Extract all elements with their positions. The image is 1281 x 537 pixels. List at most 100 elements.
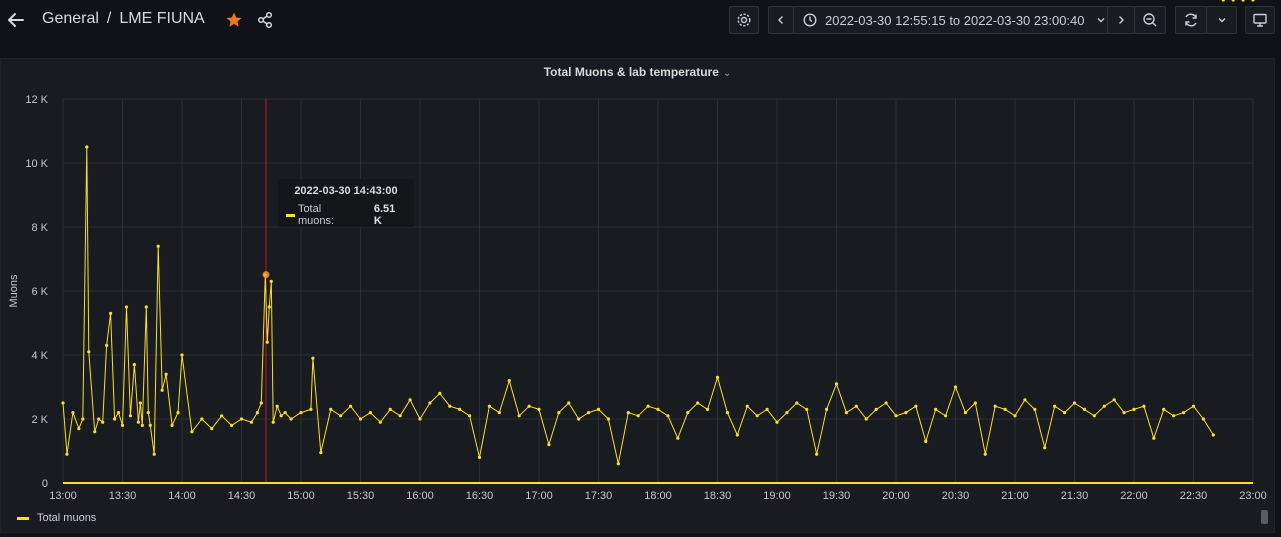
data-point: [93, 430, 97, 434]
data-point: [65, 452, 69, 456]
data-point: [112, 417, 117, 421]
data-point: [116, 411, 121, 415]
data-point: [1003, 407, 1007, 411]
data-point: [606, 417, 611, 421]
data-point: [438, 391, 442, 395]
data-point: [299, 411, 303, 415]
data-point: [190, 430, 194, 434]
tooltip-value: 6.51 K: [373, 203, 396, 227]
data-point: [735, 433, 739, 437]
data-point: [725, 411, 730, 415]
data-point: [815, 452, 819, 456]
data-point: [275, 404, 279, 408]
data-point: [124, 305, 129, 309]
data-point: [239, 417, 244, 421]
data-point: [210, 427, 214, 431]
data-point: [348, 404, 353, 408]
data-point: [289, 417, 293, 421]
x-tick-label: 13:30: [109, 490, 137, 502]
x-tick-label: 15:00: [287, 490, 315, 502]
data-point: [1092, 414, 1096, 418]
data-point: [557, 411, 561, 415]
data-point: [85, 145, 89, 149]
data-point: [101, 420, 105, 424]
data-point: [507, 379, 511, 383]
data-point: [265, 340, 269, 344]
data-point: [388, 407, 392, 411]
data-point: [428, 401, 432, 405]
data-point: [973, 401, 977, 405]
x-tick-label: 16:00: [406, 490, 434, 502]
tooltip-series-label: Total muons:: [297, 203, 335, 227]
data-point: [577, 417, 581, 421]
x-tick-label: 19:00: [763, 490, 791, 502]
data-point: [77, 427, 81, 431]
data-point: [1112, 398, 1116, 402]
data-point: [279, 414, 283, 418]
data-point: [785, 411, 789, 415]
muons-time-series-chart[interactable]: 0 2 K 4 K 6 K 8 K 10 K 12 K 13:00 13:30 14:00 14:3…: [0, 0, 1281, 537]
legend-item-total-muons[interactable]: Total muons: [17, 512, 96, 524]
data-point: [249, 420, 254, 424]
data-point: [477, 455, 482, 459]
x-tick-label: 17:00: [525, 490, 553, 502]
data-point: [1241, 0, 1245, 2]
data-point: [271, 420, 275, 424]
x-tick-label: 22:30: [1180, 490, 1208, 502]
data-point: [834, 382, 839, 386]
data-point: [136, 420, 140, 424]
data-point: [339, 414, 343, 418]
data-point: [368, 411, 373, 415]
data-point: [378, 420, 382, 424]
data-point: [993, 404, 997, 408]
data-point: [176, 411, 180, 415]
data-point: [943, 414, 948, 418]
data-point: [398, 414, 402, 418]
data-point: [1142, 404, 1146, 408]
data-point: [646, 404, 650, 408]
y-tick-label: 6 K: [31, 286, 48, 298]
data-point: [1221, 0, 1225, 2]
data-point: [267, 305, 271, 309]
data-point: [200, 417, 204, 421]
data-point: [824, 407, 829, 411]
legend-label: Total muons: [37, 512, 97, 524]
data-point: [418, 417, 422, 421]
tooltip-row: Total muons: 6.51 K: [286, 203, 406, 227]
data-point: [1102, 404, 1106, 408]
data-point: [1211, 433, 1215, 437]
data-point: [914, 404, 918, 408]
y-tick-label: 4 K: [31, 350, 48, 362]
data-point: [152, 452, 156, 456]
data-point: [1152, 436, 1156, 440]
y-tick-label: 0: [42, 478, 48, 490]
data-point: [497, 411, 501, 415]
x-tick-label: 18:30: [704, 490, 732, 502]
data-point: [1033, 407, 1037, 411]
data-point: [146, 411, 150, 415]
data-point: [97, 417, 101, 421]
data-point: [138, 401, 142, 405]
data-point: [309, 407, 313, 411]
data-point: [1132, 407, 1136, 411]
data-point: [1043, 446, 1047, 450]
y-tick-label: 10 K: [25, 158, 48, 170]
data-point: [983, 452, 987, 456]
data-point: [904, 411, 908, 415]
data-point: [854, 404, 858, 408]
legend-scrollbar[interactable]: [1261, 510, 1268, 524]
data-point: [1172, 414, 1176, 418]
data-point: [1162, 407, 1166, 411]
data-point: [636, 414, 640, 418]
chart-axes: 0 2 K 4 K 6 K 8 K 10 K 12 K 13:00 13:30 14:00 14:3…: [25, 94, 1266, 502]
data-point: [164, 372, 168, 376]
x-tick-label: 18:00: [644, 490, 672, 502]
data-point: [586, 411, 591, 415]
legend-swatch: [17, 516, 29, 520]
data-point: [255, 411, 259, 415]
data-point: [1053, 404, 1057, 408]
data-point: [311, 356, 315, 360]
data-point: [844, 411, 849, 415]
data-point: [140, 423, 144, 427]
data-point: [1023, 398, 1027, 402]
